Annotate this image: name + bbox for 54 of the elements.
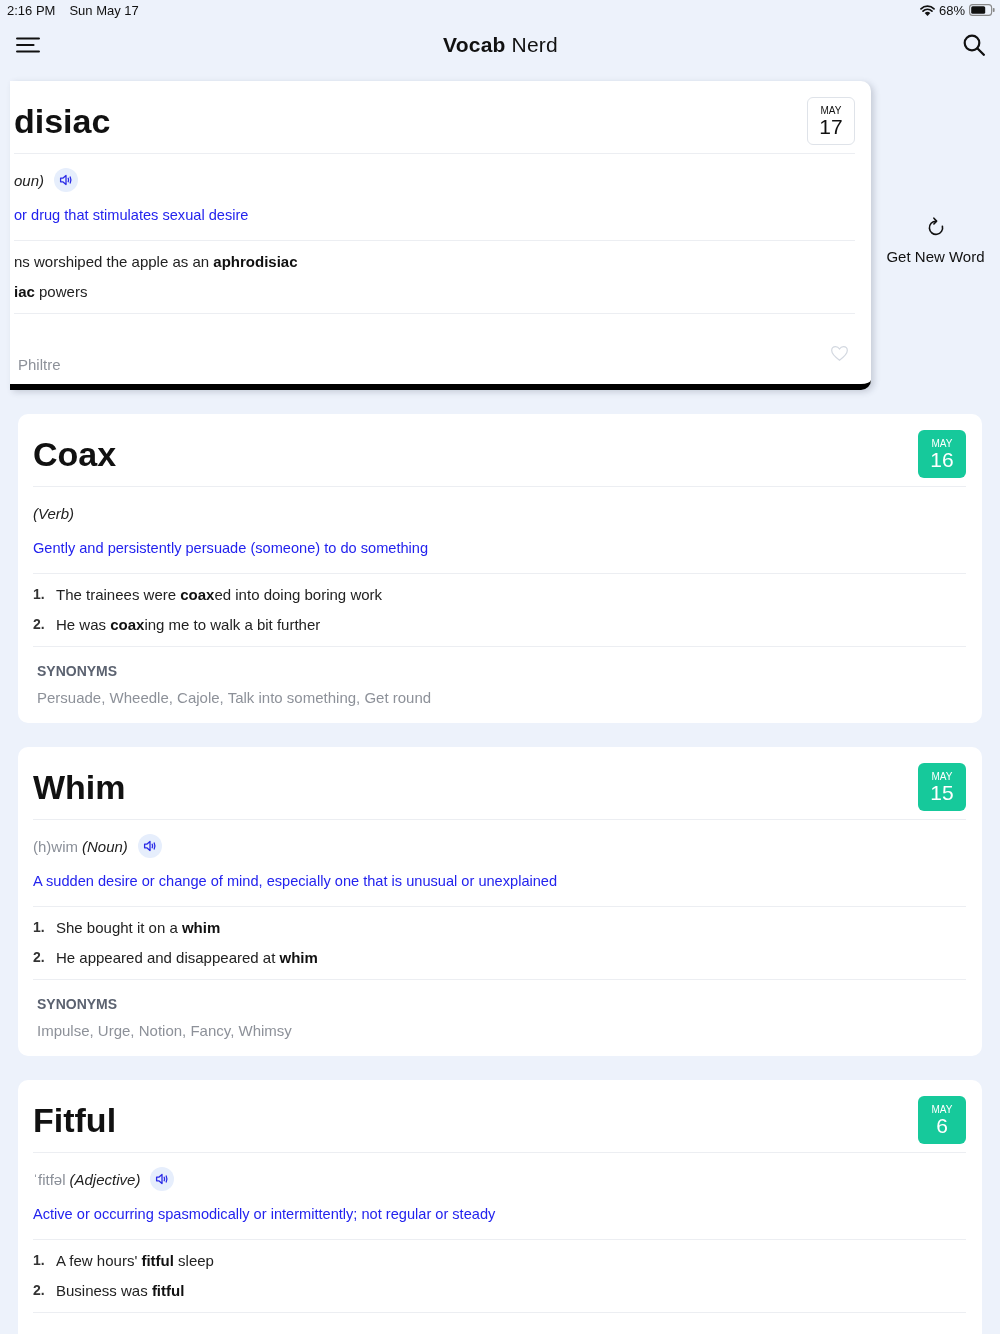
example-sentence: A few hours' fitful sleep (56, 1251, 214, 1269)
date-day: 16 (930, 448, 954, 471)
word-definition: A sudden desire or change of mind, especially one that is unusual or unexplained (33, 872, 558, 891)
date-month: MAY (931, 770, 953, 782)
date-month: MAY (820, 104, 842, 116)
example-sentence: He was coaxing me to walk a bit further (56, 615, 321, 633)
battery-icon (969, 4, 995, 16)
word-title: Fitful (33, 1100, 117, 1141)
example-number: 2. (33, 1282, 46, 1298)
part-of-speech: (Adjective) (69, 1170, 141, 1188)
app-title: Vocab Nerd (443, 33, 558, 57)
battery-percent: 68% (938, 2, 965, 18)
example-number: 1. (33, 1252, 46, 1268)
synonyms-label: SYNONYMS (37, 995, 118, 1014)
example-number: 1. (33, 919, 46, 935)
example-sentence: iac powers (14, 282, 88, 300)
speaker-icon[interactable] (150, 1167, 175, 1191)
word-title: Coax (33, 434, 117, 475)
example-number: 2. (33, 616, 46, 632)
wifi-icon (919, 4, 935, 16)
status-date: Sun May 17 (69, 2, 139, 18)
date-day: 6 (936, 1114, 948, 1137)
example-sentence: He appeared and disappeared at whim (56, 948, 318, 966)
word-definition: or drug that stimulates sexual desire (14, 206, 249, 225)
word-title: disiac (14, 101, 111, 142)
example-sentence: The trainees were coaxed into doing boring work (56, 585, 383, 603)
word-title: Whim (33, 767, 126, 808)
date-day: 17 (819, 115, 843, 138)
part-of-speech: (Noun) (82, 837, 128, 855)
word-pronunciation: ˈfitfəl (33, 1170, 66, 1188)
example-sentence: Business was fitful (56, 1281, 185, 1299)
get-new-word-button[interactable]: Get New Word (886, 217, 985, 266)
synonyms-label: SYNONYMS (37, 662, 118, 681)
part-of-speech: (Verb) (33, 504, 75, 522)
menu-icon[interactable] (16, 37, 40, 53)
example-sentence: She bought it on a whim (56, 918, 221, 936)
example-number: 2. (33, 949, 46, 965)
word-definition: Active or occurring spasmodically or intermittently; not regular or steady (33, 1205, 496, 1224)
status-time: 2:16 PM (7, 2, 56, 18)
speaker-icon[interactable] (137, 834, 162, 858)
date-day: 15 (930, 781, 954, 804)
refresh-icon (926, 217, 945, 237)
speaker-icon[interactable] (54, 168, 79, 192)
date-month: MAY (931, 437, 953, 449)
part-of-speech: oun) (14, 171, 45, 189)
date-month: MAY (931, 1103, 953, 1115)
search-icon[interactable] (963, 34, 985, 56)
word-pronunciation: (h)wim (33, 837, 78, 855)
synonyms-list: Persuade, Wheedle, Cajole, Talk into something, Get round (37, 686, 432, 710)
example-number: 1. (33, 586, 46, 602)
synonyms-list: Philtre (18, 353, 61, 377)
word-definition: Gently and persistently persuade (someone) to do something (33, 539, 429, 558)
synonyms-list: Impulse, Urge, Notion, Fancy, Whimsy (37, 1019, 292, 1043)
example-sentence: ns worshiped the apple as an aphrodisiac (14, 252, 298, 270)
